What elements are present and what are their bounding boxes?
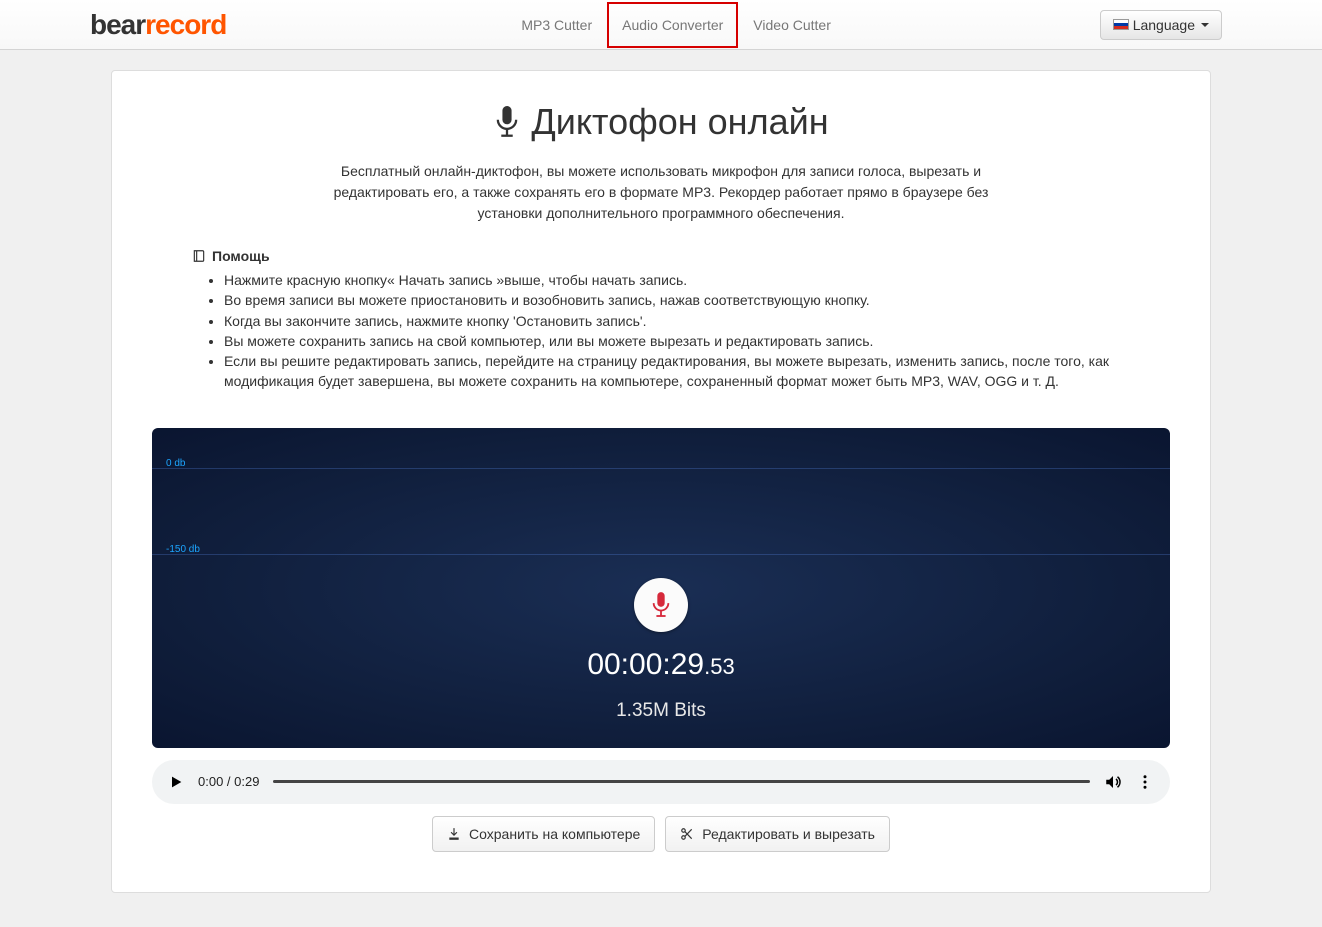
- language-label: Language: [1133, 17, 1195, 33]
- volume-icon: [1104, 773, 1122, 791]
- timer-main: 00:00:29: [587, 648, 704, 681]
- page-lead: Бесплатный онлайн-диктофон, вы можете ис…: [321, 161, 1001, 224]
- download-icon: [447, 827, 461, 841]
- main-container: Диктофон онлайн Бесплатный онлайн-диктоф…: [111, 70, 1211, 893]
- microphone-icon: [650, 592, 672, 618]
- save-button[interactable]: Сохранить на компьютере: [432, 816, 655, 852]
- brand-bear: bear: [90, 9, 145, 40]
- navbar: bearrecord MP3 Cutter Audio Converter Vi…: [0, 0, 1322, 50]
- play-icon: [168, 774, 184, 790]
- recording-timer: 00:00:29.53: [152, 648, 1170, 682]
- recording-size: 1.35M Bits: [152, 700, 1170, 722]
- audio-player: 0:00 / 0:29: [152, 760, 1170, 804]
- flag-ru-icon: [1113, 19, 1129, 30]
- main-card: Диктофон онлайн Бесплатный онлайн-диктоф…: [111, 70, 1211, 893]
- player-menu-button[interactable]: [1136, 773, 1154, 791]
- player-time: 0:00 / 0:29: [198, 774, 259, 789]
- language-button[interactable]: Language: [1100, 10, 1222, 40]
- caret-down-icon: [1201, 23, 1209, 27]
- edit-label: Редактировать и вырезать: [702, 826, 875, 842]
- nav-link-mp3-cutter[interactable]: MP3 Cutter: [506, 2, 607, 48]
- help-item: Когда вы закончите запись, нажмите кнопк…: [224, 311, 1130, 331]
- book-icon: [192, 249, 206, 263]
- save-label: Сохранить на компьютере: [469, 826, 640, 842]
- page-title: Диктофон онлайн: [152, 101, 1170, 143]
- brand-logo[interactable]: bearrecord: [90, 9, 226, 41]
- help-item: Нажмите красную кнопку« Начать запись »в…: [224, 270, 1130, 290]
- recorder-panel: 0 db -150 db 00:00:29.53 1.35M Bits: [152, 428, 1170, 748]
- help-section: Помощь Нажмите красную кнопку« Начать за…: [192, 248, 1130, 392]
- db-line: [152, 554, 1170, 555]
- play-button[interactable]: [168, 774, 184, 790]
- scissors-icon: [680, 827, 694, 841]
- brand-record: record: [145, 9, 226, 40]
- nav-link-video-cutter[interactable]: Video Cutter: [738, 2, 846, 48]
- seek-bar[interactable]: [273, 780, 1090, 783]
- record-button[interactable]: [634, 578, 688, 632]
- kebab-icon: [1136, 773, 1154, 791]
- timer-ms: .53: [704, 654, 735, 679]
- help-item: Если вы решите редактировать запись, пер…: [224, 351, 1130, 392]
- edit-button[interactable]: Редактировать и вырезать: [665, 816, 890, 852]
- nav-links: MP3 Cutter Audio Converter Video Cutter: [506, 2, 846, 48]
- nav-link-audio-converter[interactable]: Audio Converter: [607, 2, 738, 48]
- help-item: Во время записи вы можете приостановить …: [224, 290, 1130, 310]
- db-line: [152, 468, 1170, 469]
- page-title-text: Диктофон онлайн: [531, 101, 828, 143]
- help-item: Вы можете сохранить запись на свой компь…: [224, 331, 1130, 351]
- action-buttons: Сохранить на компьютере Редактировать и …: [152, 816, 1170, 852]
- help-title: Помощь: [192, 248, 1130, 264]
- help-title-text: Помощь: [212, 248, 270, 264]
- help-list: Нажмите красную кнопку« Начать запись »в…: [224, 270, 1130, 392]
- volume-button[interactable]: [1104, 773, 1122, 791]
- microphone-icon: [493, 106, 521, 138]
